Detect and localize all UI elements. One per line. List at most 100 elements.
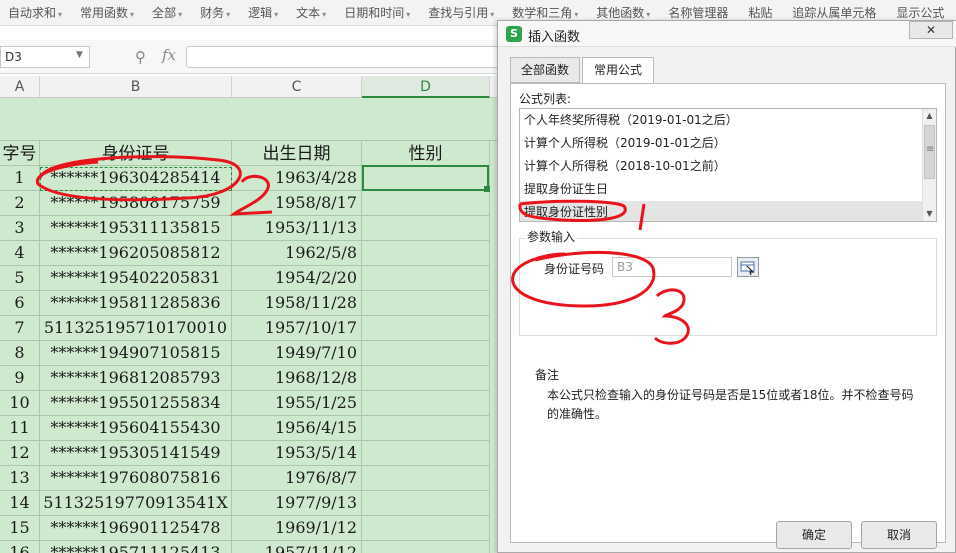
id-number-cell[interactable]: ******195305141549 xyxy=(40,441,232,466)
row-number-cell[interactable]: 16 xyxy=(0,541,40,553)
id-number-cell[interactable]: ******196205085812 xyxy=(40,241,232,266)
ribbon-common-functions[interactable]: 常用函数 xyxy=(72,4,144,21)
birth-date-cell[interactable]: 1976/8/7 xyxy=(232,466,362,491)
birth-date-cell[interactable]: 1956/4/15 xyxy=(232,416,362,441)
id-number-cell[interactable]: ******195811285836 xyxy=(40,291,232,316)
ribbon-trace-dependents[interactable]: 追踪从属单元格 xyxy=(784,4,888,21)
cancel-button[interactable]: 取消 xyxy=(861,521,937,549)
scroll-up-icon[interactable]: ▲ xyxy=(923,109,936,123)
gender-cell[interactable] xyxy=(362,366,490,391)
ribbon-lookup[interactable]: 查找与引用 xyxy=(420,4,504,21)
row-number-cell[interactable]: 14 xyxy=(0,491,40,516)
gender-cell[interactable] xyxy=(362,516,490,541)
range-picker-icon[interactable] xyxy=(737,257,759,277)
gender-cell[interactable] xyxy=(362,341,490,366)
id-number-cell[interactable]: ******195604155430 xyxy=(40,416,232,441)
row-number-cell[interactable]: 10 xyxy=(0,391,40,416)
birth-date-cell[interactable]: 1955/1/25 xyxy=(232,391,362,416)
fill-handle[interactable] xyxy=(484,186,490,192)
column-header-d[interactable]: D xyxy=(362,76,490,98)
birth-date-cell[interactable]: 1963/4/28 xyxy=(232,166,362,191)
header-cell[interactable]: 性别 xyxy=(362,141,490,166)
column-header-a[interactable]: A xyxy=(0,76,40,98)
close-button[interactable]: ✕ xyxy=(909,21,953,39)
tab-all-functions[interactable]: 全部函数 xyxy=(510,57,580,83)
id-number-cell[interactable]: ******195311135815 xyxy=(40,216,232,241)
birth-date-cell[interactable]: 1957/10/17 xyxy=(232,316,362,341)
id-number-cell[interactable]: ******196901125478 xyxy=(40,516,232,541)
row-number-cell[interactable]: 3 xyxy=(0,216,40,241)
column-header-b[interactable]: B xyxy=(40,76,232,98)
id-number-cell[interactable]: ******197608075816 xyxy=(40,466,232,491)
birth-date-cell[interactable]: 1962/5/8 xyxy=(232,241,362,266)
scroll-thumb[interactable] xyxy=(924,125,935,179)
list-item[interactable]: 计算个人所得税（2019-01-01之后） xyxy=(520,132,936,155)
ok-button[interactable]: 确定 xyxy=(776,521,852,549)
gender-cell[interactable] xyxy=(362,266,490,291)
ribbon-datetime[interactable]: 日期和时间 xyxy=(336,4,420,21)
gender-cell[interactable] xyxy=(362,541,490,553)
ribbon-all[interactable]: 全部 xyxy=(144,4,192,21)
id-number-cell[interactable]: ******195501255834 xyxy=(40,391,232,416)
list-item[interactable]: 提取身份证生日 xyxy=(520,178,936,201)
id-number-input[interactable]: B3 xyxy=(612,257,732,277)
list-item[interactable]: 计算个人所得税（2018-10-01之前） xyxy=(520,155,936,178)
header-cell[interactable]: 字号 xyxy=(0,141,40,166)
row-number-cell[interactable]: 8 xyxy=(0,341,40,366)
row-number-cell[interactable]: 12 xyxy=(0,441,40,466)
id-number-cell[interactable]: ******196812085793 xyxy=(40,366,232,391)
id-number-cell[interactable]: 51132519770913541X xyxy=(40,491,232,516)
ribbon-paste[interactable]: 粘贴 xyxy=(740,4,784,21)
birth-date-cell[interactable]: 1969/1/12 xyxy=(232,516,362,541)
gender-cell[interactable] xyxy=(362,466,490,491)
tab-common-formulas[interactable]: 常用公式 xyxy=(582,57,654,84)
selected-cell-d3[interactable] xyxy=(362,165,489,191)
ribbon-text[interactable]: 文本 xyxy=(288,4,336,21)
dialog-title-bar[interactable]: S 插入函数 ✕ xyxy=(498,21,956,47)
id-number-cell[interactable]: 511325195710170010 xyxy=(40,316,232,341)
list-scrollbar[interactable]: ▲ ▼ xyxy=(922,109,936,221)
title-row[interactable] xyxy=(0,99,500,141)
birth-date-cell[interactable]: 1957/11/12 xyxy=(232,541,362,553)
id-number-cell[interactable]: ******194907105815 xyxy=(40,341,232,366)
ribbon-finance[interactable]: 财务 xyxy=(192,4,240,21)
birth-date-cell[interactable]: 1977/9/13 xyxy=(232,491,362,516)
gender-cell[interactable] xyxy=(362,391,490,416)
header-cell[interactable]: 出生日期 xyxy=(232,141,362,166)
id-number-cell[interactable]: ******195402205831 xyxy=(40,266,232,291)
gender-cell[interactable] xyxy=(362,216,490,241)
zoom-icon[interactable]: ⚲ xyxy=(135,48,146,66)
row-number-cell[interactable]: 5 xyxy=(0,266,40,291)
list-item-selected[interactable]: 提取身份证性别 xyxy=(520,201,936,221)
gender-cell[interactable] xyxy=(362,191,490,216)
row-number-cell[interactable]: 4 xyxy=(0,241,40,266)
birth-date-cell[interactable]: 1949/7/10 xyxy=(232,341,362,366)
row-number-cell[interactable]: 7 xyxy=(0,316,40,341)
formula-input[interactable] xyxy=(186,46,506,68)
row-number-cell[interactable]: 2 xyxy=(0,191,40,216)
birth-date-cell[interactable]: 1954/2/20 xyxy=(232,266,362,291)
ribbon-math[interactable]: 数学和三角 xyxy=(504,4,588,21)
id-number-cell[interactable]: ******195711125413 xyxy=(40,541,232,553)
column-header-c[interactable]: C xyxy=(232,76,362,98)
ribbon-name-manager[interactable]: 名称管理器 xyxy=(660,4,740,21)
chevron-down-icon[interactable]: ▼ xyxy=(76,50,83,60)
birth-date-cell[interactable]: 1958/11/28 xyxy=(232,291,362,316)
row-number-cell[interactable]: 11 xyxy=(0,416,40,441)
gender-cell[interactable] xyxy=(362,291,490,316)
ribbon-logic[interactable]: 逻辑 xyxy=(240,4,288,21)
birth-date-cell[interactable]: 1953/11/13 xyxy=(232,216,362,241)
row-number-cell[interactable]: 6 xyxy=(0,291,40,316)
gender-cell[interactable] xyxy=(362,441,490,466)
fx-icon[interactable]: fx xyxy=(162,46,176,64)
row-number-cell[interactable]: 9 xyxy=(0,366,40,391)
row-number-cell[interactable]: 1 xyxy=(0,166,40,191)
birth-date-cell[interactable]: 1968/12/8 xyxy=(232,366,362,391)
gender-cell[interactable] xyxy=(362,316,490,341)
header-cell[interactable]: 身份证号 xyxy=(40,141,232,166)
gender-cell[interactable] xyxy=(362,491,490,516)
scroll-down-icon[interactable]: ▼ xyxy=(923,207,936,221)
gender-cell[interactable] xyxy=(362,241,490,266)
row-number-cell[interactable]: 13 xyxy=(0,466,40,491)
id-number-cell[interactable]: ******195808175759 xyxy=(40,191,232,216)
